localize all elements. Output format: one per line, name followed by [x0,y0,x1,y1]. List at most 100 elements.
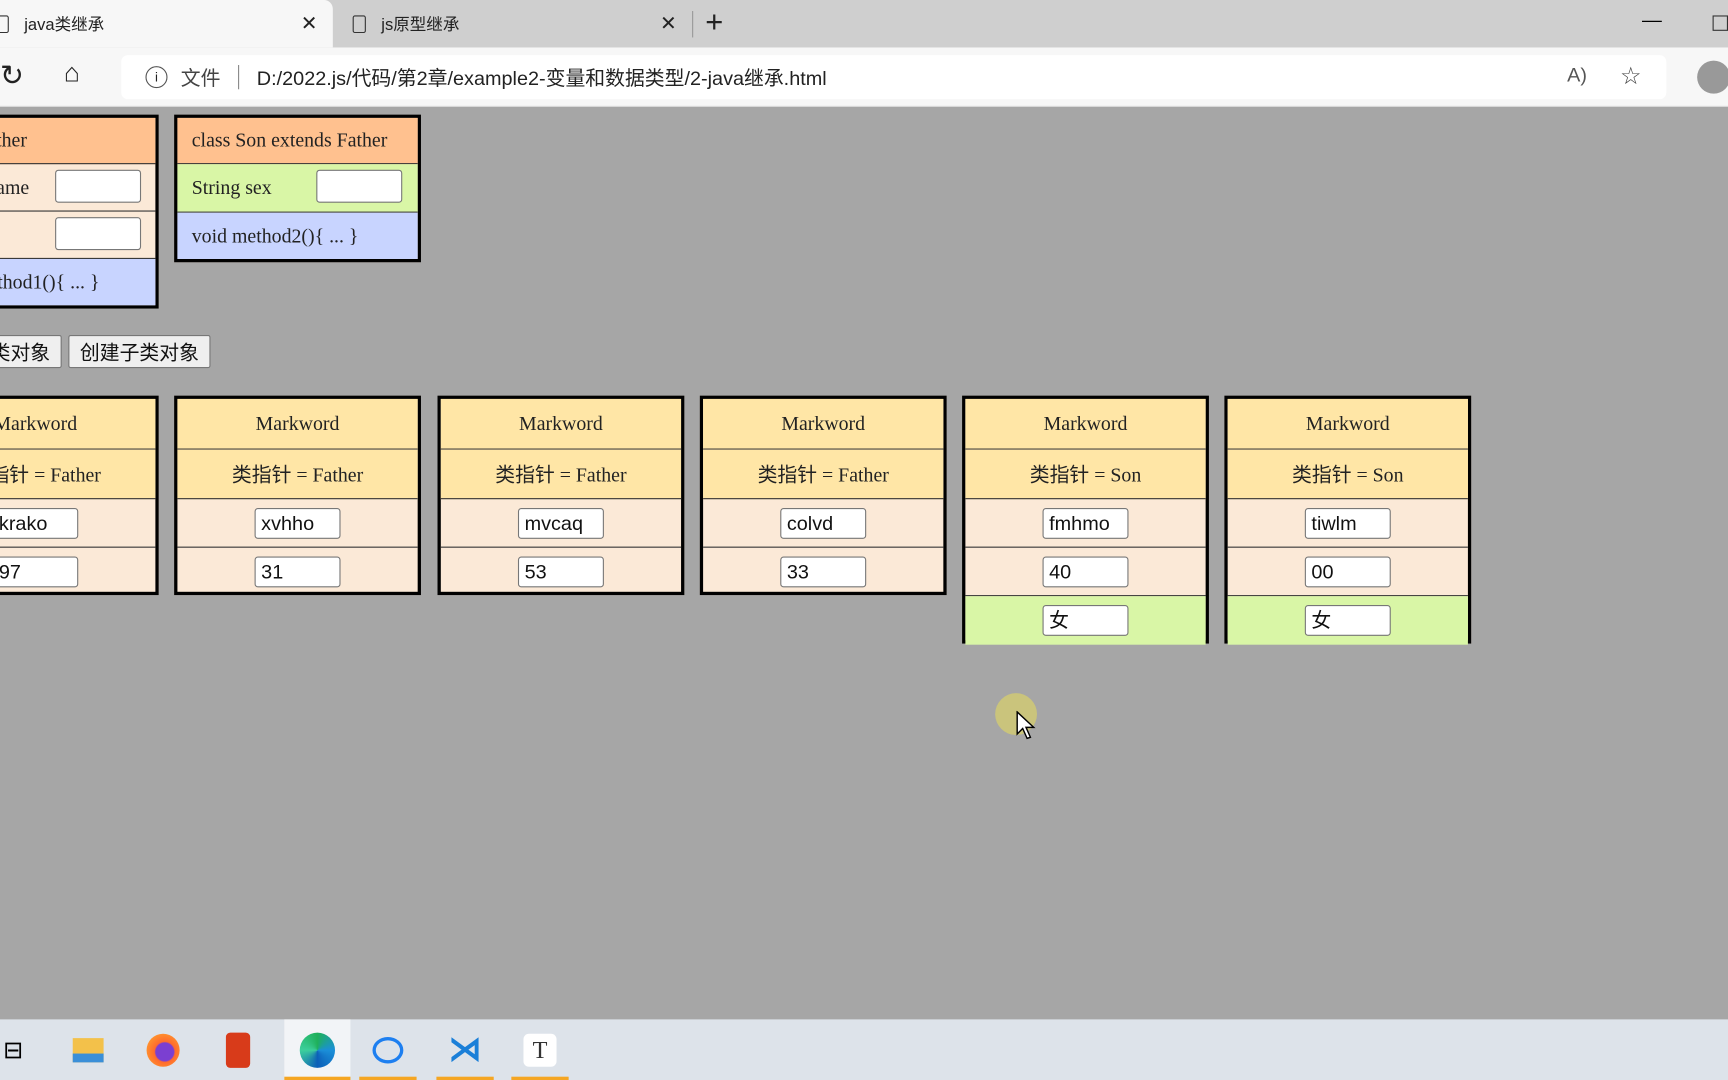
favorite-icon[interactable]: ☆ [1620,62,1642,91]
create-father-object-button[interactable]: 创建父类对象 [0,335,62,369]
markword-label: Markword [255,412,340,435]
age-row: 31 [177,548,417,596]
markword-label: Markword [781,412,866,435]
markword-row: Markword [703,398,944,450]
class-pointer-row: 类指针 = Father [440,449,682,500]
close-tab-icon[interactable]: ✕ [301,12,318,35]
sex-input[interactable] [316,169,403,203]
tab-js[interactable]: js原型继承 ✕ [352,0,692,47]
field-label: String sex [191,176,272,199]
class-pointer-label: 类指针 = Father [757,463,889,486]
info-icon[interactable]: i [145,66,168,89]
screen: java类继承 ✕ js原型继承 ✕ + — ↻ ⌂ i 文件 D:/2022.… [0,0,1728,1080]
tab-bar: java类继承 ✕ js原型继承 ✕ + — [0,0,1728,48]
class-pointer-row: 类指针 = Father [177,449,418,500]
class-pointer-label: 类指针 = Son [1292,463,1404,486]
profile-avatar[interactable] [1697,60,1728,94]
class-pointer-label: 类指针 = Father [495,463,627,486]
markword-row: Markword [0,398,156,450]
father-class-box: class Father String name void method1(){… [0,114,159,309]
wechat-work-icon[interactable] [359,1019,417,1080]
create-son-object-button[interactable]: 创建子类对象 [68,335,211,369]
minimize-button[interactable]: — [1642,9,1662,32]
age-row: 33 [703,548,943,596]
age-row: 40 [965,548,1206,597]
object-box: Markword 类指针 = Son tiwlm 00 女 [1224,395,1472,645]
vscode-icon[interactable]: ⋊ [436,1019,494,1080]
object-box: Markword 类指针 = Son fmhmo 40 女 [962,395,1209,645]
markword-row: Markword [440,398,682,450]
sex-input[interactable]: 女 [1304,605,1391,636]
document-icon [352,14,366,33]
file-explorer-icon[interactable] [60,1019,117,1080]
read-aloud-icon[interactable]: A) [1567,64,1587,87]
close-tab-icon[interactable]: ✕ [660,12,677,35]
name-row: mvcaq [440,499,682,548]
name-input[interactable]: fmhmo [1042,507,1129,539]
url-text[interactable]: D:/2022.js/代码/第2章/example2-变量和数据类型/2-jav… [257,63,827,92]
age-input[interactable]: 97 [0,556,79,588]
age-input[interactable]: 53 [517,556,604,588]
name-input[interactable]: tiwlm [1304,507,1391,539]
age-input[interactable] [55,217,142,251]
divider [238,65,240,90]
class-pointer-row: 类指针 = Son [965,449,1206,500]
markword-label: Markword [1043,412,1128,435]
name-input[interactable]: krako [0,507,79,539]
sex-row: 女 [965,596,1206,645]
class-pointer-row: 类指针 = Father [703,449,944,500]
new-tab-button[interactable]: + [705,4,723,39]
tab-title: js原型继承 [381,15,460,35]
document-icon [0,14,9,33]
markword-label: Markword [0,412,78,435]
class-pointer-label: 类指针 = Father [0,463,101,486]
name-input[interactable]: xvhho [254,507,341,539]
class-header: class Father [0,117,156,165]
office-icon[interactable] [209,1019,266,1080]
markword-row: Markword [1227,398,1468,450]
maximize-button[interactable] [1712,15,1728,31]
tab-java[interactable]: java类继承 ✕ [0,0,333,48]
nav-bar: ↻ ⌂ i 文件 D:/2022.js/代码/第2章/example2-变量和数… [0,47,1728,107]
name-row: tiwlm [1227,499,1468,548]
edge-icon[interactable] [284,1019,351,1080]
taskbar: ⊟ ⋊ T [0,1019,1728,1080]
name-row: colvd [703,499,944,548]
age-row: 97 [0,548,155,596]
age-input[interactable]: 33 [780,556,867,588]
task-view-icon[interactable]: ⊟ [0,1019,42,1080]
markword-label: Markword [1305,412,1390,435]
name-input[interactable]: colvd [780,507,867,539]
mouse-cursor-icon [1016,710,1036,740]
age-input[interactable]: 40 [1042,555,1129,587]
object-box: Markword 类指针 = Father colvd 33 [699,395,947,596]
address-bar[interactable]: i 文件 D:/2022.js/代码/第2章/example2-变量和数据类型/… [121,55,1667,100]
firefox-icon[interactable] [134,1019,191,1080]
tab-title: java类继承 [24,15,105,35]
name-input[interactable] [55,169,142,203]
class-pointer-row: 类指针 = Father [0,449,156,500]
markword-row: Markword [965,398,1206,450]
sex-field-row: String sex [177,164,418,213]
age-row: 00 [1227,548,1468,597]
page-content: class Father String name void method1(){… [0,106,1728,1020]
divider [692,11,694,38]
age-field-row [0,212,156,259]
markword-row: Markword [177,398,418,450]
age-input[interactable]: 31 [254,556,341,588]
typora-icon[interactable]: T [511,1019,569,1080]
method-row: void method1(){ ... } [0,258,156,306]
name-field-row: String name [0,164,156,212]
sex-input[interactable]: 女 [1042,605,1129,636]
field-label: String name [0,175,30,198]
markword-label: Markword [519,412,603,435]
class-pointer-label: 类指针 = Son [1029,463,1142,486]
name-input[interactable]: mvcaq [517,507,604,539]
name-row: xvhho [177,499,418,548]
method-row: void method2(){ ... } [177,212,418,259]
name-row: fmhmo [965,499,1206,548]
refresh-icon[interactable]: ↻ [0,58,24,92]
age-input[interactable]: 00 [1304,555,1391,587]
home-icon[interactable]: ⌂ [64,58,80,89]
class-pointer-row: 类指针 = Son [1227,449,1468,500]
